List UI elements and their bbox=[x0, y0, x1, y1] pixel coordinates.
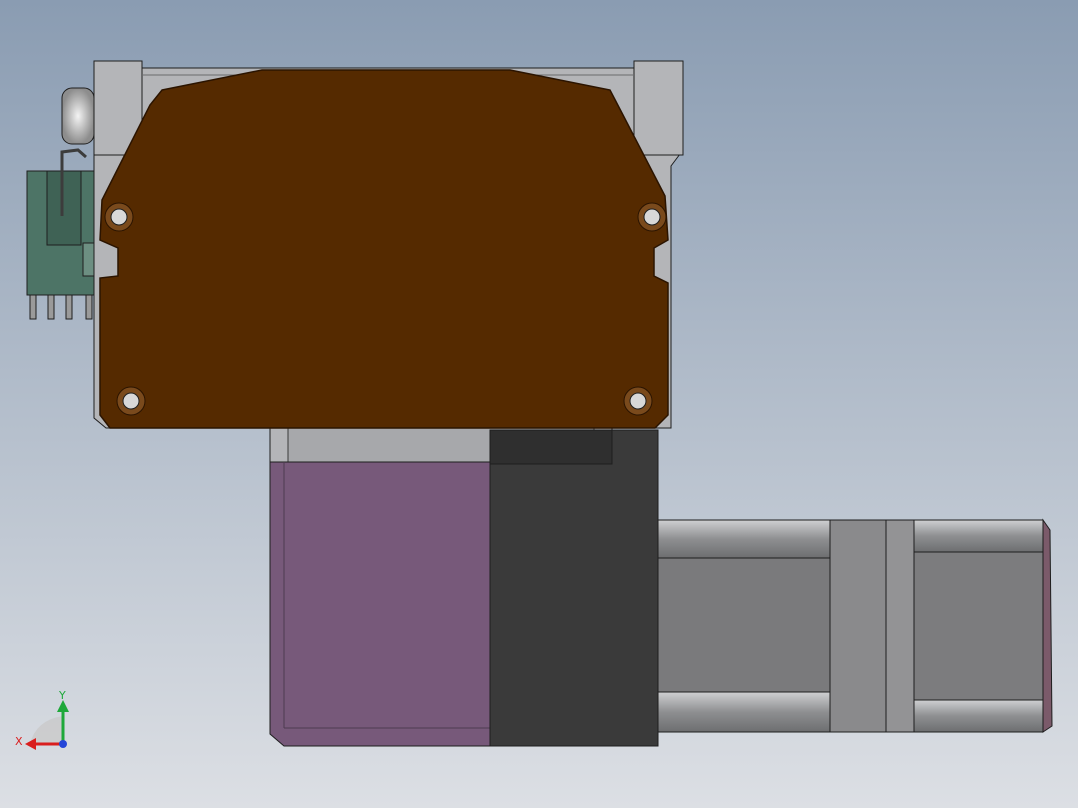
knob-body bbox=[61, 87, 95, 145]
shaft-bottom-rail bbox=[657, 691, 831, 733]
cad-viewport[interactable]: Y X bbox=[0, 0, 1078, 808]
connector-slot bbox=[46, 170, 82, 246]
left-knob[interactable] bbox=[61, 87, 95, 145]
shaft-end-cap bbox=[1042, 518, 1053, 733]
gearbox-top-step bbox=[489, 429, 613, 465]
drive-shaft-assembly[interactable] bbox=[657, 518, 1053, 733]
triad-x-label: X bbox=[15, 735, 23, 748]
shaft-flange bbox=[885, 519, 915, 733]
shaft-end-top bbox=[913, 519, 1044, 553]
triad-z-axis bbox=[59, 740, 67, 748]
shaft-top-rail bbox=[657, 519, 831, 559]
gearbox-body bbox=[489, 429, 659, 747]
triad-y-label: Y bbox=[58, 689, 66, 702]
gearbox[interactable] bbox=[489, 429, 659, 747]
motor-body bbox=[269, 461, 491, 747]
side-connector[interactable] bbox=[26, 148, 106, 320]
plate-body bbox=[99, 69, 669, 429]
shaft-collar bbox=[829, 519, 887, 733]
housing-right-ear bbox=[633, 60, 684, 156]
brown-cover-plate[interactable] bbox=[99, 69, 669, 429]
shaft-end-mid bbox=[913, 551, 1044, 701]
shaft-end-bottom bbox=[913, 699, 1044, 733]
purple-motor[interactable] bbox=[269, 461, 491, 747]
